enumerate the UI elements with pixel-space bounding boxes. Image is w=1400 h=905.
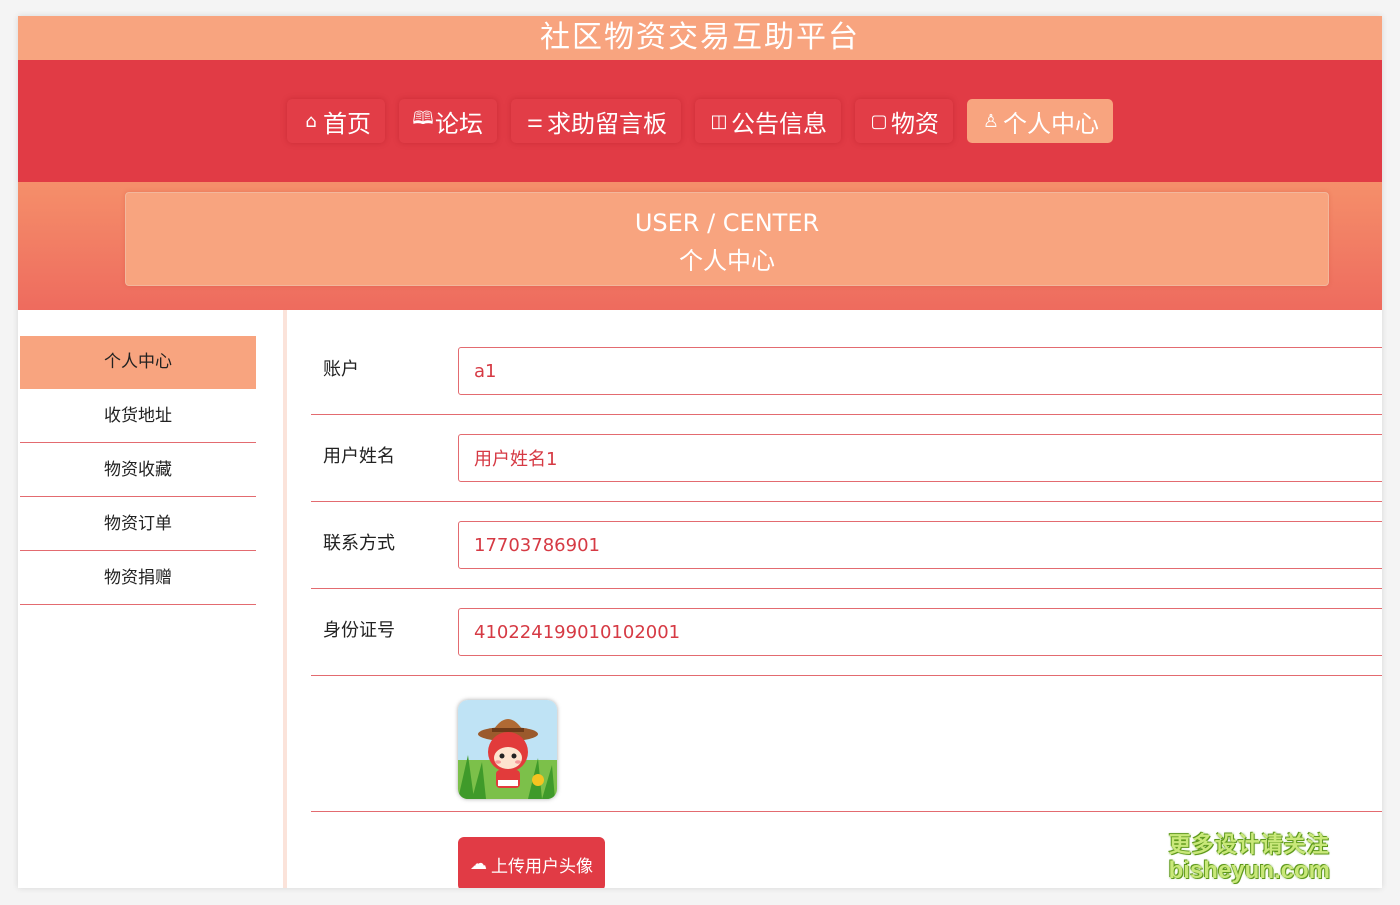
sidebar-item-favorites[interactable]: 物资收藏 — [20, 443, 256, 497]
nav-supplies[interactable]: ▢ 物资 — [855, 99, 953, 143]
book-icon: 🕮 — [412, 108, 434, 129]
account-input[interactable] — [458, 347, 1382, 395]
watermark-line2: bisheyun.com — [1168, 856, 1330, 884]
divider — [283, 310, 287, 888]
avatar — [458, 700, 557, 799]
banner-title-en: USER / CENTER — [634, 209, 820, 237]
profile-form: 账户 用户姓名 联系方式 身份证号 — [311, 328, 1382, 888]
user-icon: ♙ — [982, 110, 1000, 132]
sliders-icon: ⚌ — [526, 110, 544, 132]
nav-user-center[interactable]: ♙ 个人中心 — [967, 99, 1113, 143]
cloud-upload-icon: ☁ — [470, 854, 487, 874]
upload-avatar-button[interactable]: ☁ 上传用户头像 — [458, 837, 605, 888]
home-icon: ⌂ — [305, 110, 317, 132]
sidebar-item-orders[interactable]: 物资订单 — [20, 497, 256, 551]
banner-box: USER / CENTER 个人中心 — [125, 192, 1329, 286]
watermark-line1: 更多设计请关注 — [1168, 832, 1330, 858]
page-banner: USER / CENTER 个人中心 — [18, 182, 1382, 310]
form-row-idcard: 身份证号 — [311, 589, 1382, 676]
nav-label: 论坛 — [435, 109, 483, 138]
nav-label: 求助留言板 — [547, 109, 667, 138]
nav-forum[interactable]: 🕮 论坛 — [399, 99, 497, 143]
sidebar: 个人中心 收货地址 物资收藏 物资订单 物资捐赠 — [20, 336, 256, 605]
name-label: 用户姓名 — [323, 446, 395, 467]
nav-message-board[interactable]: ⚌ 求助留言板 — [511, 99, 681, 143]
banner-title-cn: 个人中心 — [679, 247, 775, 275]
account-label: 账户 — [323, 359, 359, 380]
nav-label: 物资 — [891, 109, 939, 138]
main-nav: ⌂ 首页 🕮 论坛 ⚌ 求助留言板 ◫ 公告信息 ▢ 物资 ♙ 个人中心 — [18, 60, 1382, 182]
nav-home[interactable]: ⌂ 首页 — [287, 99, 385, 143]
idcard-label: 身份证号 — [323, 620, 395, 641]
nav-label: 个人中心 — [1003, 109, 1099, 138]
phone-input[interactable] — [458, 521, 1382, 569]
idcard-input[interactable] — [458, 608, 1382, 656]
nav-notices[interactable]: ◫ 公告信息 — [695, 99, 841, 143]
form-row-phone: 联系方式 — [311, 502, 1382, 589]
watermark: 更多设计请关注 bisheyun.com — [1169, 833, 1330, 884]
document-icon: ▢ — [870, 110, 888, 132]
sidebar-item-address[interactable]: 收货地址 — [20, 389, 256, 443]
sidebar-item-donations[interactable]: 物资捐赠 — [20, 551, 256, 605]
form-row-avatar — [311, 676, 1382, 812]
name-input[interactable] — [458, 434, 1382, 482]
nav-label: 公告信息 — [731, 109, 827, 138]
app-frame: 社区物资交易互助平台 ⌂ 首页 🕮 论坛 ⚌ 求助留言板 ◫ 公告信息 ▢ 物资… — [18, 16, 1382, 888]
sidebar-item-user-center[interactable]: 个人中心 — [20, 336, 256, 389]
upload-label: 上传用户头像 — [491, 856, 593, 877]
notice-icon: ◫ — [710, 110, 728, 132]
phone-label: 联系方式 — [323, 533, 395, 554]
nav-label: 首页 — [323, 109, 371, 138]
form-row-name: 用户姓名 — [311, 415, 1382, 502]
site-title: 社区物资交易互助平台 — [18, 16, 1382, 60]
main-content: 个人中心 收货地址 物资收藏 物资订单 物资捐赠 账户 用户姓名 联系方式 身份… — [18, 310, 1382, 888]
form-row-account: 账户 — [311, 328, 1382, 415]
